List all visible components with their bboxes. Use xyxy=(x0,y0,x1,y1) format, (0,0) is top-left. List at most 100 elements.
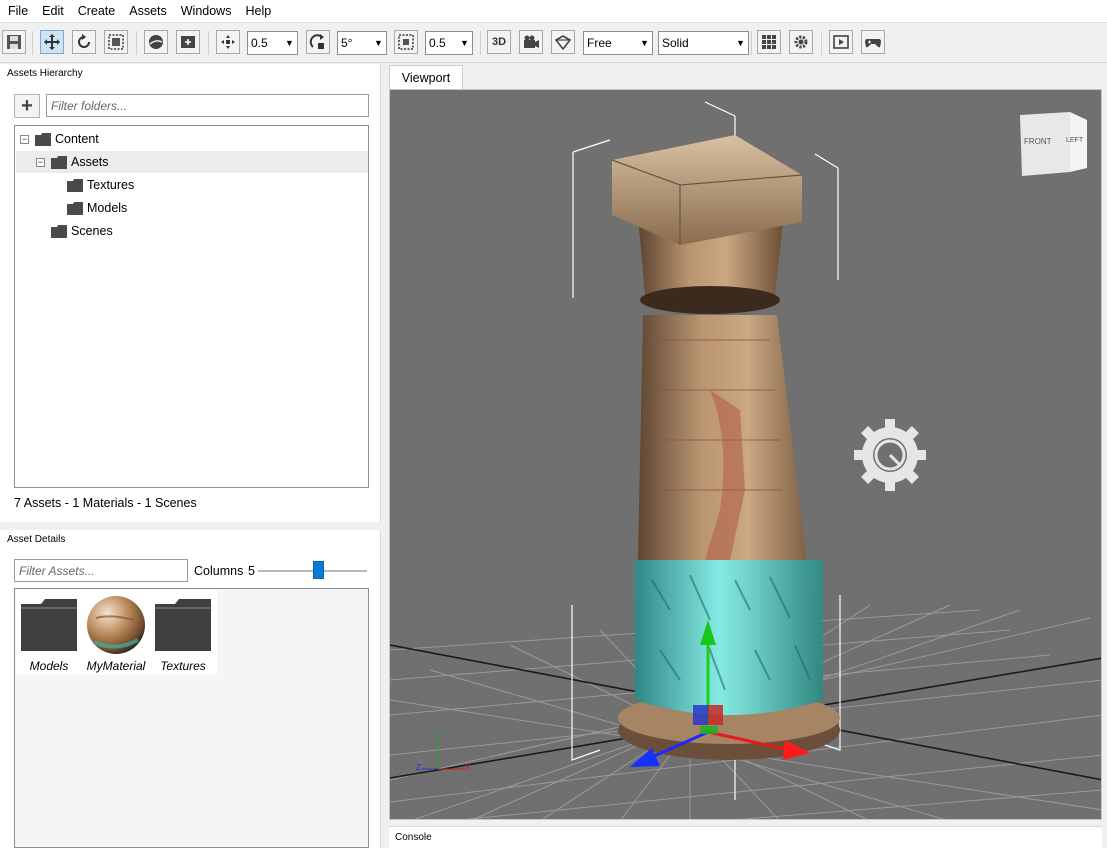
gizmo-button[interactable] xyxy=(551,30,575,54)
rotate-icon xyxy=(78,34,90,48)
chevron-down-icon: ▼ xyxy=(460,38,469,48)
menu-help[interactable]: Help xyxy=(238,0,278,23)
add-folder-button[interactable]: + xyxy=(14,94,40,118)
world-space-button[interactable] xyxy=(144,30,168,54)
tree-item-assets[interactable]: − Assets xyxy=(16,151,368,173)
grid-icon xyxy=(762,35,776,49)
folder-tree[interactable]: − Content − Assets Textures Models Scene… xyxy=(14,125,369,488)
plus-icon: + xyxy=(21,94,33,117)
view-cube-front-label[interactable]: FRONT xyxy=(1024,137,1052,146)
tree-item-label: Textures xyxy=(87,178,135,192)
assets-status-text: 7 Assets - 1 Materials - 1 Scenes xyxy=(14,496,197,510)
toolbar-separator xyxy=(480,31,481,55)
scale-snap-button[interactable] xyxy=(394,30,418,54)
game-mode-button[interactable] xyxy=(861,30,885,54)
pivot-icon xyxy=(181,36,195,48)
console-title: Console xyxy=(395,832,432,843)
rotate-snap-button[interactable] xyxy=(306,30,330,54)
glow-band xyxy=(635,560,823,715)
view-cube-side-label[interactable]: LEFT xyxy=(1066,137,1083,144)
gear-icon xyxy=(794,35,808,49)
gizmo-icon xyxy=(554,35,572,51)
settings-button[interactable] xyxy=(789,30,813,54)
asset-tile-mymaterial[interactable]: MyMaterial xyxy=(83,592,149,676)
chevron-down-icon: ▼ xyxy=(736,38,745,48)
save-button[interactable] xyxy=(2,30,26,54)
asset-name: MyMaterial xyxy=(86,659,146,673)
assets-hierarchy-title: Assets Hierarchy xyxy=(7,68,83,79)
menu-bar: File Edit Create Assets Windows Help xyxy=(0,0,1107,23)
tab-viewport-label: Viewport xyxy=(401,71,451,85)
tree-item-textures[interactable]: Textures xyxy=(16,174,368,196)
tree-item-label: Assets xyxy=(71,155,109,169)
asset-tile-textures[interactable]: Textures xyxy=(150,592,216,676)
toolbar-separator xyxy=(208,31,209,55)
grid-button[interactable] xyxy=(757,30,781,54)
tree-item-label: Models xyxy=(87,201,128,215)
move-snap-value: 0.5 xyxy=(251,36,268,50)
viewport-3d[interactable]: FRONT LEFT Y X Z xyxy=(389,89,1102,820)
rotate-snap-icon xyxy=(309,34,324,49)
render-mode-value: Solid xyxy=(662,36,689,50)
tree-item-scenes[interactable]: Scenes xyxy=(16,220,368,242)
tree-item-label: Content xyxy=(55,132,99,146)
toolbar-separator xyxy=(32,31,33,55)
view-3d-label: 3D xyxy=(491,36,507,48)
folder-icon xyxy=(67,201,83,215)
tree-item-label: Scenes xyxy=(71,224,113,238)
toolbar-separator xyxy=(751,31,752,55)
columns-value: 5 xyxy=(248,564,255,578)
move-tool-button[interactable] xyxy=(40,30,64,54)
chevron-down-icon: ▼ xyxy=(374,38,383,48)
move-snap-select[interactable]: 0.5 ▼ xyxy=(247,31,298,55)
rotate-snap-value: 5° xyxy=(341,36,353,50)
pivot-button[interactable] xyxy=(176,30,200,54)
collapse-icon[interactable]: − xyxy=(36,157,45,167)
toolbar-separator xyxy=(136,31,137,55)
menu-edit[interactable]: Edit xyxy=(35,0,71,23)
camera-mode-value: Free xyxy=(587,36,612,50)
camera-button[interactable] xyxy=(519,30,543,54)
menu-windows[interactable]: Windows xyxy=(174,0,239,23)
menu-assets[interactable]: Assets xyxy=(122,0,174,23)
move-snap-button[interactable] xyxy=(216,30,240,54)
render-mode-select[interactable]: Solid ▼ xyxy=(658,31,749,55)
chevron-down-icon: ▼ xyxy=(640,38,649,48)
asset-grid-row: Models MyMaterial Textures xyxy=(16,590,217,675)
play-button[interactable] xyxy=(829,30,853,54)
asset-name: Models xyxy=(29,659,69,673)
rotate-tool-button[interactable] xyxy=(72,30,96,54)
folder-icon xyxy=(35,132,51,146)
filter-folders-input[interactable]: Filter folders... xyxy=(46,94,369,117)
scale-tool-button[interactable] xyxy=(104,30,128,54)
tab-viewport[interactable]: Viewport xyxy=(389,65,463,90)
tree-item-models[interactable]: Models xyxy=(16,197,368,219)
axis-z-label: Z xyxy=(416,763,421,772)
scene-canvas[interactable] xyxy=(390,90,1102,820)
scale-snap-icon xyxy=(398,34,414,50)
tree-item-content[interactable]: − Content xyxy=(16,128,368,150)
menu-file[interactable]: File xyxy=(1,0,35,23)
move-icon xyxy=(44,34,60,50)
columns-label: Columns xyxy=(194,564,244,578)
columns-slider-handle[interactable] xyxy=(313,561,324,579)
filter-assets-placeholder: Filter Assets... xyxy=(19,563,95,578)
scale-snap-select[interactable]: 0.5 ▼ xyxy=(425,31,473,55)
material-sphere-icon xyxy=(87,596,145,654)
light-gear-icon xyxy=(854,419,926,491)
toolbar: 0.5 ▼ 5° ▼ 0.5 ▼ 3D Free ▼ Solid ▼ xyxy=(0,23,1107,63)
axis-y-label: Y xyxy=(434,730,440,739)
collapse-icon[interactable]: − xyxy=(20,134,29,144)
view-3d-button[interactable]: 3D xyxy=(487,30,511,54)
axis-x-label: X xyxy=(465,763,471,772)
rotate-snap-select[interactable]: 5° ▼ xyxy=(337,31,387,55)
camera-mode-select[interactable]: Free ▼ xyxy=(583,31,653,55)
play-icon xyxy=(833,35,849,49)
folder-icon xyxy=(67,178,83,192)
asset-name: Textures xyxy=(160,659,206,673)
folder-icon xyxy=(51,224,67,238)
asset-tile-models[interactable]: Models xyxy=(16,592,82,676)
menu-create[interactable]: Create xyxy=(71,0,123,23)
filter-assets-input[interactable]: Filter Assets... xyxy=(14,559,188,582)
asset-details-title: Asset Details xyxy=(7,534,66,545)
